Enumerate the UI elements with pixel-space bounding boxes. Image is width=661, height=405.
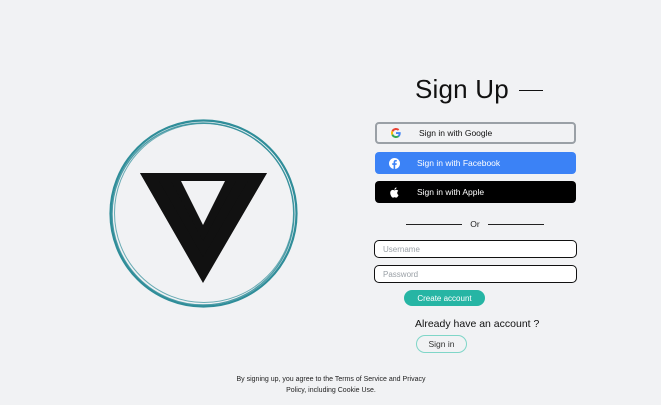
terms-line-2: Policy, including Cookie Use. bbox=[286, 386, 376, 394]
facebook-signin-label: Sign in with Facebook bbox=[417, 158, 501, 168]
apple-icon bbox=[387, 185, 401, 199]
username-input[interactable] bbox=[374, 240, 577, 258]
brand-logo bbox=[107, 117, 300, 310]
divider-line-right bbox=[487, 223, 545, 225]
already-have-account-text: Already have an account ? bbox=[415, 318, 540, 330]
title-row: Sign Up bbox=[415, 74, 543, 105]
title-decoration-line bbox=[518, 90, 543, 91]
google-signin-label: Sign in with Google bbox=[419, 128, 493, 138]
terms-line-1: By signing up, you agree to the Terms of… bbox=[236, 376, 426, 383]
password-input[interactable] bbox=[374, 265, 577, 283]
apple-signin-button[interactable]: Sign in with Apple bbox=[375, 181, 576, 203]
create-account-button[interactable]: Create account bbox=[404, 290, 485, 306]
sign-in-button[interactable]: Sign in bbox=[416, 335, 467, 353]
divider-line-left bbox=[406, 223, 463, 225]
or-divider: Or bbox=[406, 218, 545, 230]
apple-signin-label: Sign in with Apple bbox=[417, 187, 485, 197]
facebook-icon bbox=[387, 156, 401, 170]
google-icon bbox=[389, 126, 403, 140]
google-signin-button[interactable]: Sign in with Google bbox=[375, 122, 576, 144]
facebook-signin-button[interactable]: Sign in with Facebook bbox=[375, 152, 576, 174]
page-title: Sign Up bbox=[415, 74, 509, 104]
terms-notice: By signing up, you agree to the Terms of… bbox=[222, 375, 440, 396]
or-label: Or bbox=[470, 219, 480, 229]
v-logo-icon bbox=[109, 119, 298, 308]
